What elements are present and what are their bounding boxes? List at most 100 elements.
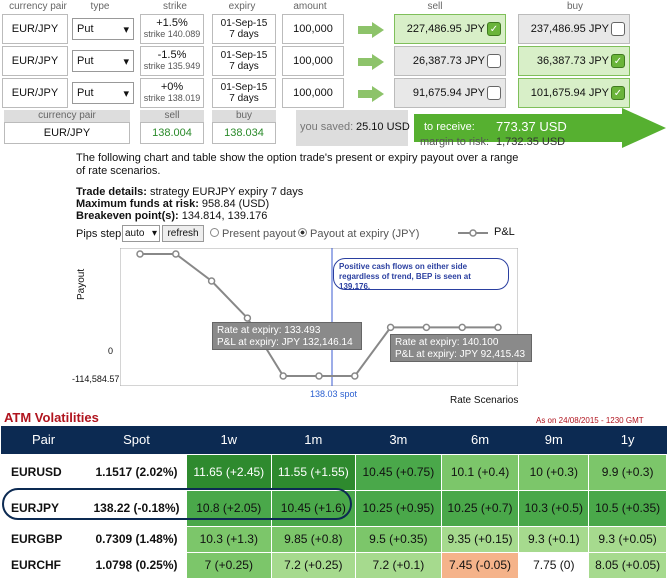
pl-point <box>315 372 323 380</box>
row1-expiry-date: 01-Sep-15 <box>220 18 268 29</box>
tooltip-2: Rate at expiry: 140.100 P&L at expiry: J… <box>390 334 532 362</box>
row3-pair[interactable]: EUR/JPY <box>2 78 68 108</box>
row2-buy-button[interactable]: 36,387.73 JPY ✓ <box>518 46 630 76</box>
header-pair: currency pair <box>9 1 67 12</box>
maxfunds-value: 958.84 (USD) <box>198 198 270 210</box>
vol-cell: 9.5 (+0.35) <box>355 525 442 553</box>
margin-value: 1,732.35 USD <box>496 136 566 148</box>
present-radio[interactable] <box>210 228 219 237</box>
saved-label: you saved: <box>300 121 354 133</box>
tooltip-1-pl: P&L at expiry: JPY 132,146.14 <box>217 337 353 348</box>
vol-pair: EURCHF <box>0 551 87 579</box>
row3-expiry-date: 01-Sep-15 <box>220 82 268 93</box>
row2-sell-value: 26,387.73 JPY <box>412 55 485 67</box>
pips-select[interactable]: auto ▾ <box>122 225 160 242</box>
vol-cell: 10.25 (+0.95) <box>355 489 442 527</box>
row1-expiry-days: 7 days <box>229 29 259 40</box>
expiry-label: Payout at expiry (JPY) <box>310 228 420 240</box>
trade-details: Trade details: strategy EURJPY expiry 7 … <box>76 186 303 198</box>
vol-col-3m: 3m <box>355 426 442 454</box>
row3-sell-button[interactable]: 91,675.94 JPY <box>394 78 506 108</box>
vol-cell: 7.45 (-0.05) <box>440 551 520 579</box>
expiry-radio[interactable] <box>298 228 307 237</box>
row1-type-select[interactable]: Put ▾ <box>72 18 134 40</box>
row1-strike-pct: +1.5% <box>156 17 188 29</box>
chevron-down-icon: ▾ <box>123 23 129 36</box>
summary-sell-label: sell <box>140 110 204 122</box>
row1-strike[interactable]: +1.5% strike 140.089 <box>140 14 204 44</box>
vol-cell: 11.55 (+1.55) <box>270 453 357 491</box>
legend-label: P&L <box>494 226 515 238</box>
row3-expiry[interactable]: 01-Sep-15 7 days <box>212 78 276 108</box>
chevron-down-icon: ▾ <box>123 87 129 100</box>
row2-type-select[interactable]: Put ▾ <box>72 50 134 72</box>
row3-buy-value: 101,675.94 JPY <box>530 87 609 99</box>
row2-type-value: Put <box>77 55 94 67</box>
vol-cell: 7.2 (+0.25) <box>270 551 357 579</box>
check-icon: ✓ <box>487 22 501 36</box>
desc-line2: of rate scenarios. <box>76 165 161 177</box>
row3-amount[interactable]: 100,000 <box>282 78 344 108</box>
tooltip-1-rate: Rate at expiry: 133.493 <box>217 325 321 336</box>
saved-value: 25.10 USD <box>356 121 410 133</box>
pl-point <box>243 314 252 322</box>
row2-pair[interactable]: EUR/JPY <box>2 46 68 76</box>
row2-expiry[interactable]: 01-Sep-15 7 days <box>212 46 276 76</box>
header-expiry: expiry <box>228 1 256 12</box>
row1-sell-value: 227,486.95 JPY <box>406 23 485 35</box>
row1-type-value: Put <box>77 23 94 35</box>
vol-spot: 1.0798 (0.25%) <box>86 551 187 579</box>
row3-type-select[interactable]: Put ▾ <box>72 82 134 104</box>
table-row: EURCHF 1.0798 (0.25%) 7 (+0.25) 7.2 (+0.… <box>0 551 667 579</box>
maxfunds-label: Maximum funds at risk: <box>76 198 199 210</box>
table-row: EURUSD 1.1517 (2.02%) 11.65 (+2.45) 11.5… <box>0 453 667 491</box>
ytick-0: 0 <box>108 346 114 356</box>
present-label: Present payout <box>222 228 296 240</box>
header-type: type <box>90 1 110 12</box>
row3-buy-button[interactable]: 101,675.94 JPY ✓ <box>518 78 630 108</box>
check-icon: ✓ <box>611 54 625 68</box>
row1-pair[interactable]: EUR/JPY <box>2 14 68 44</box>
tooltip-2-rate: Rate at expiry: 140.100 <box>395 337 499 348</box>
summary-sell: 138.004 <box>140 122 204 144</box>
vol-col-1w: 1w <box>186 426 272 454</box>
pl-point <box>494 323 502 332</box>
vol-cell: 7.2 (+0.1) <box>355 551 442 579</box>
vol-cell: 9.85 (+0.8) <box>270 525 357 553</box>
row2-sell-button[interactable]: 26,387.73 JPY <box>394 46 506 76</box>
row1-sell-button[interactable]: 227,486.95 JPY ✓ <box>394 14 506 44</box>
vol-col-6m: 6m <box>441 426 519 454</box>
row3-type-value: Put <box>77 87 94 99</box>
vol-col-1y: 1y <box>588 426 667 454</box>
legend-line-icon <box>458 229 488 237</box>
checkbox-icon <box>487 54 501 68</box>
margin-label: margin to risk: <box>420 136 490 148</box>
vol-cell: 10.3 (+1.3) <box>186 525 272 553</box>
breakeven-label: Breakeven point(s): <box>76 210 179 222</box>
row3-strike[interactable]: +0% strike 138.019 <box>140 78 204 108</box>
chevron-down-icon: ▾ <box>123 55 129 68</box>
vol-cell: 10.25 (+0.7) <box>440 489 520 527</box>
row1-expiry[interactable]: 01-Sep-15 7 days <box>212 14 276 44</box>
pl-point <box>458 323 466 332</box>
row1-amount[interactable]: 100,000 <box>282 14 344 44</box>
row2-amount[interactable]: 100,000 <box>282 46 344 76</box>
pips-label: Pips step: <box>76 228 125 240</box>
vol-cell: 8.05 (+0.05) <box>588 551 667 579</box>
arrow-right-icon <box>358 54 384 70</box>
row2-strike[interactable]: -1.5% strike 135.949 <box>140 46 204 76</box>
vol-cell: 9.35 (+0.15) <box>440 525 520 553</box>
row1-strike-val: strike 140.089 <box>143 29 201 39</box>
refresh-button[interactable]: refresh <box>162 225 204 242</box>
vol-header-row: Pair Spot 1w 1m 3m 6m 9m 1y <box>0 426 667 454</box>
pl-point <box>386 323 395 332</box>
row1-buy-button[interactable]: 237,486.95 JPY <box>518 14 630 44</box>
summary-buy-label: buy <box>212 110 276 122</box>
tooltip-1: Rate at expiry: 133.493 P&L at expiry: J… <box>212 322 362 350</box>
tooltip-2-pl: P&L at expiry: JPY 92,415.43 <box>395 349 526 360</box>
summary-buy: 138.034 <box>212 122 276 144</box>
receive-label: to receive: <box>424 121 475 133</box>
summary-pair: EUR/JPY <box>4 122 130 144</box>
chart-note: Positive cash flows on either side regar… <box>333 258 509 291</box>
vol-col-9m: 9m <box>518 426 589 454</box>
